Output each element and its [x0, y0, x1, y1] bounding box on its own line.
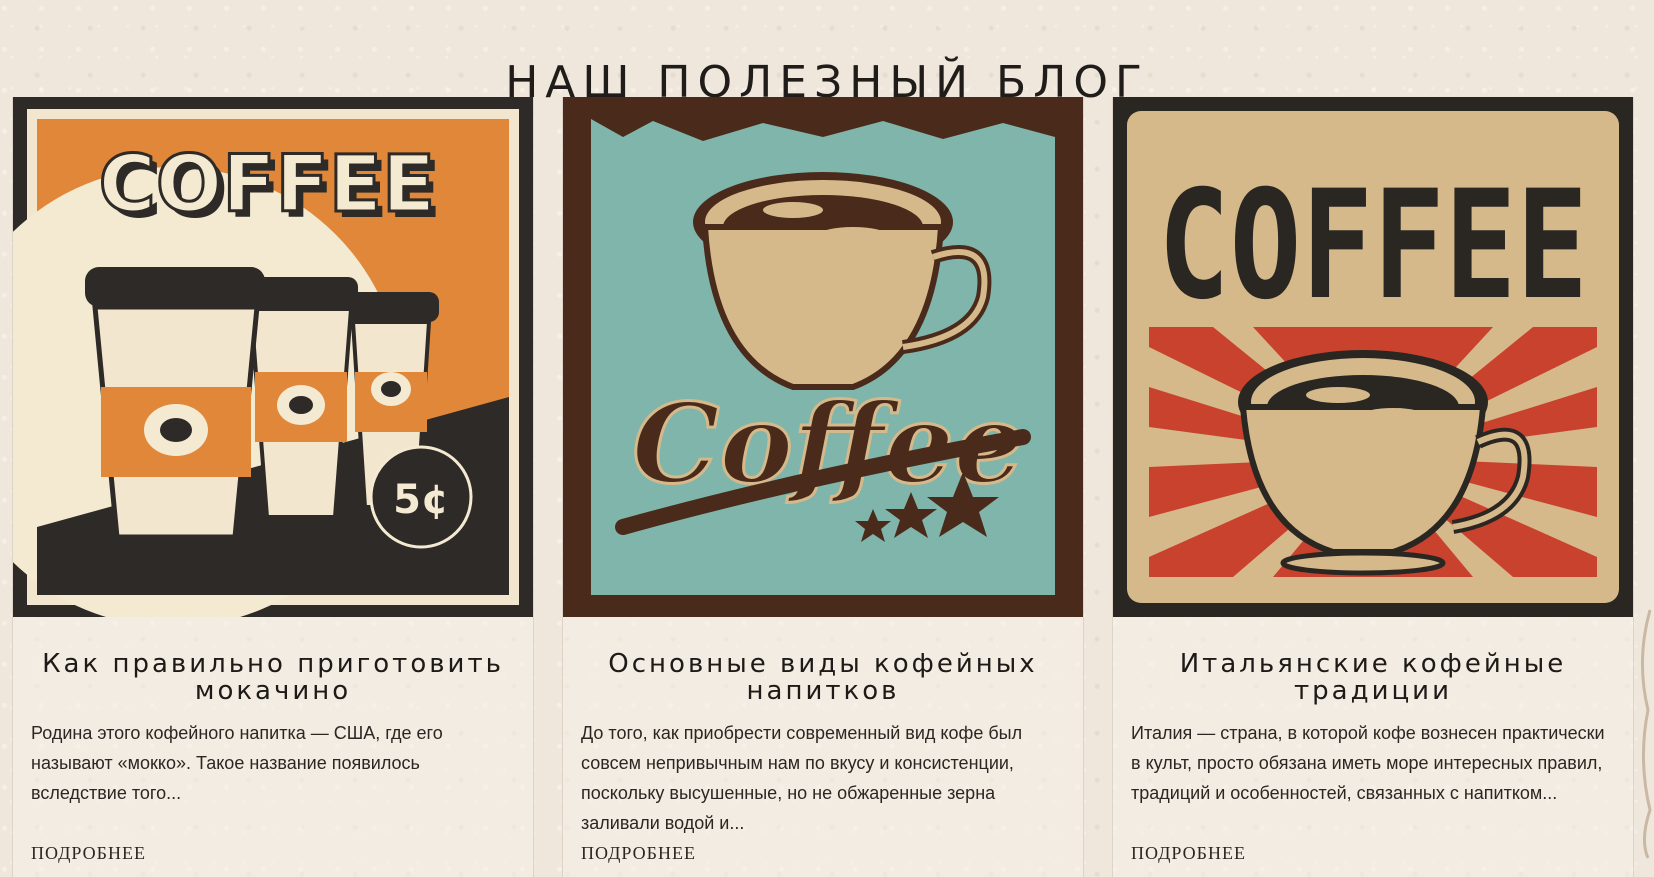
post-image[interactable]: COFFEE: [1113, 97, 1633, 617]
svg-text:COFFEE: COFFEE: [99, 140, 436, 230]
coffee-cup-retro-poster-icon: COFFEE: [1113, 97, 1633, 617]
blog-cards: COFFEE COFFEE 5¢ Как правильно приготови…: [12, 97, 1642, 877]
post-excerpt: Родина этого кофейного напитка — США, гд…: [31, 723, 443, 803]
post-title[interactable]: Итальянские кофейные традиции: [1113, 651, 1633, 705]
svg-text:COFFEE: COFFEE: [1158, 159, 1588, 333]
blog-card: COFFEE Итальянские кофейные традиции Ита…: [1112, 97, 1634, 877]
coffee-cup-teal-poster-icon: Coffee: [563, 97, 1083, 617]
blog-card: COFFEE COFFEE 5¢ Как правильно приготови…: [12, 97, 534, 877]
post-image[interactable]: COFFEE COFFEE 5¢: [13, 97, 533, 617]
post-excerpt: Италия — страна, в которой кофе вознесен…: [1131, 723, 1605, 803]
post-title[interactable]: Как правильно приготовить мокачино: [13, 651, 533, 705]
post-excerpt: До того, как приобрести современный вид …: [581, 723, 1023, 833]
read-more-link[interactable]: ПОДРОБНЕЕ: [31, 843, 146, 864]
svg-text:5¢: 5¢: [393, 477, 449, 523]
blog-card: Coffee Основные виды кофейных напитков Д…: [562, 97, 1084, 877]
decorative-ornament-icon: [1640, 609, 1652, 859]
read-more-link[interactable]: ПОДРОБНЕЕ: [581, 843, 696, 864]
coffee-cups-poster-icon: COFFEE COFFEE 5¢: [13, 97, 533, 617]
post-image[interactable]: Coffee: [563, 97, 1083, 617]
post-title[interactable]: Основные виды кофейных напитков: [563, 651, 1083, 705]
read-more-link[interactable]: ПОДРОБНЕЕ: [1131, 843, 1246, 864]
